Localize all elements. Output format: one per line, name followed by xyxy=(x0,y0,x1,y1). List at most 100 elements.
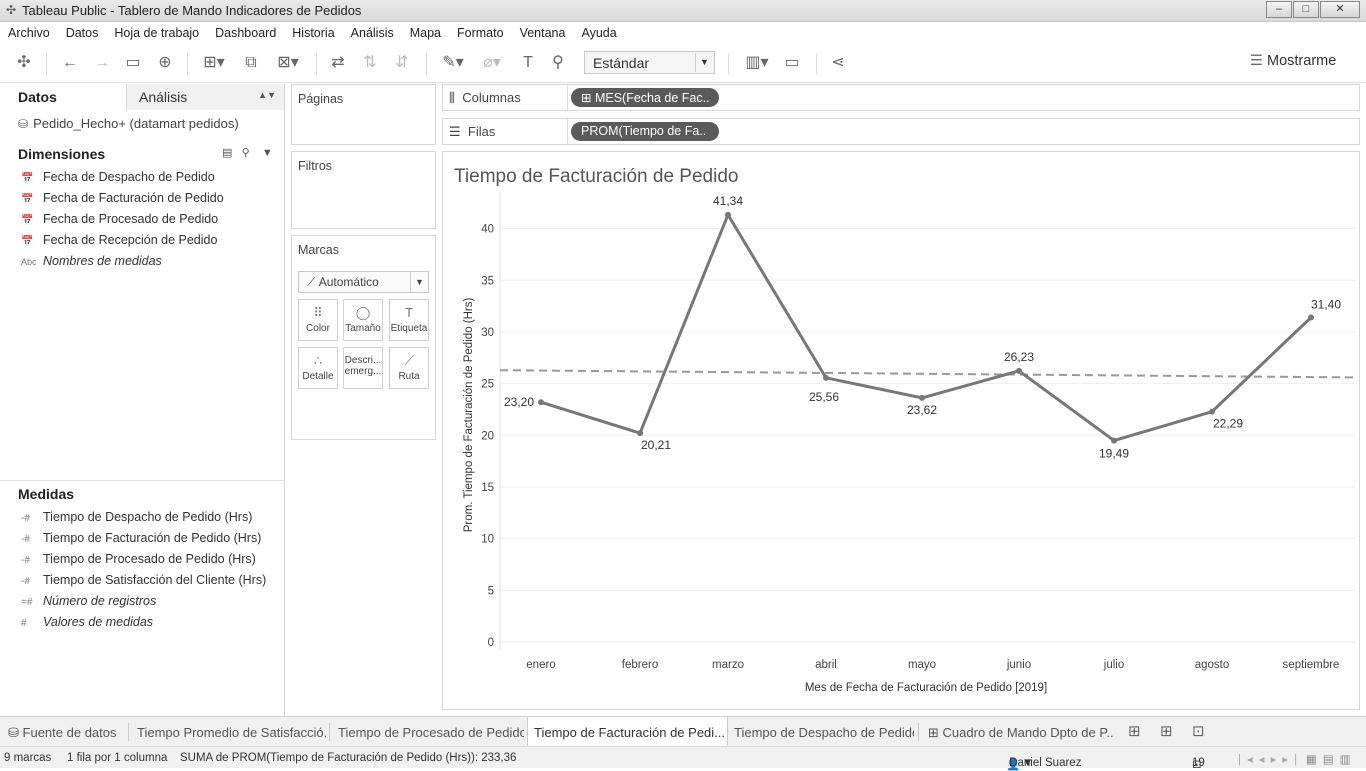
view-mode-icons[interactable]: ▦▤▥ xyxy=(1306,752,1357,766)
new-worksheet-icon[interactable]: ⊞ xyxy=(1128,717,1150,747)
tab-sheet[interactable]: Tiempo de Procesado de Pedido xyxy=(338,717,524,747)
swap-rows-columns-icon[interactable]: ⇄ xyxy=(328,53,348,73)
size-icon: ◯ xyxy=(355,305,371,320)
tab-analisis[interactable]: Análisis ▲▼ xyxy=(126,84,284,110)
y-tick-label: 20 xyxy=(481,430,494,442)
close-button[interactable]: ✕ xyxy=(1320,1,1360,18)
label-button[interactable]: T Etiqueta xyxy=(389,299,429,341)
y-tick-label: 30 xyxy=(481,327,494,339)
dimension-field[interactable]: 📅 Fecha de Despacho de Pedido xyxy=(21,170,215,184)
user-menu[interactable]: 👤 Daniel Suarez ▼ xyxy=(1006,752,1081,771)
measures-header: Medidas xyxy=(18,486,75,502)
mark-type-select[interactable]: ⟋ Automático ▼ xyxy=(298,271,429,293)
measure-field[interactable]: -# Tiempo de Facturación de Pedido (Hrs) xyxy=(21,531,261,545)
data-label: 31,40 xyxy=(1311,297,1341,311)
new-datasource-icon[interactable]: ⊕ xyxy=(155,53,175,73)
redo-icon[interactable]: → xyxy=(92,53,112,73)
x-tick-label: septiembre xyxy=(1283,659,1340,671)
measure-field[interactable]: # Valores de medidas xyxy=(21,615,153,629)
tab-datos[interactable]: Datos xyxy=(0,84,126,110)
new-dashboard-icon[interactable]: ⊞ xyxy=(1160,717,1182,747)
tableau-home-icon[interactable]: ✣ xyxy=(14,53,34,73)
sheet-navigation[interactable]: |◂◂▸▸| xyxy=(1238,752,1303,766)
size-button[interactable]: ◯ Tamaño xyxy=(343,299,383,341)
database-icon: ⛁ xyxy=(8,725,19,740)
new-story-icon[interactable]: ⊡ xyxy=(1192,717,1214,747)
presentation-mode-icon[interactable]: ▭ xyxy=(782,53,802,73)
measure-field[interactable]: -# Tiempo de Satisfacción del Cliente (Hr… xyxy=(21,573,266,587)
minimize-button[interactable]: – xyxy=(1266,1,1292,18)
show-cards-icon[interactable]: ▥▾ xyxy=(740,53,774,73)
menu-formato[interactable]: Formato xyxy=(457,26,504,40)
data-label: 19,49 xyxy=(1099,447,1129,461)
show-me-icon: ☰ xyxy=(1250,53,1263,69)
sort-descending-icon[interactable]: ⇵ xyxy=(392,53,412,73)
menu-ventana[interactable]: Ventana xyxy=(520,26,566,40)
x-axis-title: Mes de Fecha de Facturación de Pedido [2… xyxy=(805,682,1047,694)
columns-shelf[interactable]: ⫼ Columnas ⊞ MES(Fecha de Fac.. xyxy=(442,84,1360,111)
x-tick-label: junio xyxy=(1006,659,1031,671)
path-button[interactable]: ⟋ Ruta xyxy=(389,347,429,389)
menu-historia[interactable]: Historia xyxy=(292,26,334,40)
tab-sheet-active[interactable]: Tiempo de Facturación de Pedi... xyxy=(527,717,728,747)
group-members-icon[interactable]: ⌀▾ xyxy=(476,53,508,73)
maximize-button[interactable]: □ xyxy=(1293,1,1319,18)
dimension-field[interactable]: Abc Nombres de medidas xyxy=(21,254,162,268)
tab-dashboard[interactable]: ⊞ Cuadro de Mando Dpto de P... xyxy=(928,717,1114,747)
detail-icon: ∴ xyxy=(313,353,323,368)
columns-pill[interactable]: ⊞ MES(Fecha de Fac.. xyxy=(571,88,719,107)
tab-sheet[interactable]: Tiempo de Despacho de Pedido xyxy=(734,717,914,747)
tooltip-button[interactable]: Descri... emerg... xyxy=(343,347,383,389)
new-sheet-icon[interactable]: ⊞▾ xyxy=(199,53,229,73)
menu-mapa[interactable]: Mapa xyxy=(410,26,441,40)
undo-icon[interactable]: ← xyxy=(60,53,80,73)
show-me-button[interactable]: ☰ Mostrarme xyxy=(1250,53,1336,69)
label-icon: T xyxy=(405,305,413,320)
menu-dashboard[interactable]: Dashboard xyxy=(215,26,276,40)
highlight-icon[interactable]: ✎▾ xyxy=(438,53,468,73)
dimension-field[interactable]: 📅 Fecha de Facturación de Pedido xyxy=(21,191,224,205)
menu-ayuda[interactable]: Ayuda xyxy=(581,26,616,40)
columns-icon: ⫼ xyxy=(449,90,455,105)
filters-card[interactable]: Filtros xyxy=(291,151,436,229)
data-point xyxy=(1016,367,1022,374)
sort-ascending-icon[interactable]: ⇅ xyxy=(360,53,380,73)
tab-data-source[interactable]: ⛁ Fuente de datos xyxy=(8,717,126,747)
measure-field[interactable]: =# Número de registros xyxy=(21,594,156,608)
pin-axes-icon[interactable]: ⚲ xyxy=(548,53,568,73)
menu-datos[interactable]: Datos xyxy=(66,26,99,40)
fit-select[interactable]: Estándar ▼ xyxy=(584,51,715,74)
measure-field[interactable]: -# Tiempo de Procesado de Pedido (Hrs) xyxy=(21,552,256,566)
rows-label: ☰ Filas xyxy=(449,124,496,139)
show-mark-labels-icon[interactable]: T xyxy=(518,53,538,73)
tab-sheet[interactable]: Tiempo Promedio de Satisfacció... xyxy=(137,717,327,747)
columns-label: ⫼ Columnas xyxy=(449,90,521,105)
view-area[interactable]: Tiempo de Facturación de Pedido 0 5 10 15 20… xyxy=(442,151,1360,710)
line-chart[interactable]: 0 5 10 15 20 25 30 35 40 enero febrero marzo abril ma… xyxy=(443,152,1359,709)
view-list-icon[interactable]: ▤ xyxy=(222,147,232,159)
search-icon[interactable]: ⚲ xyxy=(242,147,250,159)
measure-field[interactable]: -# Tiempo de Despacho de Pedido (Hrs) xyxy=(21,510,252,524)
dimension-field[interactable]: 📅 Fecha de Recepción de Pedido xyxy=(21,233,217,247)
datasource-item[interactable]: ⛁ Pedido_Hecho+ (datamart pedidos) xyxy=(18,116,239,131)
duplicate-sheet-icon[interactable]: ⧉ xyxy=(241,53,261,73)
clear-sheet-icon[interactable]: ⊠▾ xyxy=(272,53,304,73)
share-icon[interactable]: ⋖ xyxy=(828,53,848,73)
pages-card[interactable]: Páginas xyxy=(291,84,436,145)
menu-arrow-icon[interactable]: ▼ xyxy=(262,147,273,159)
rows-shelf[interactable]: ☰ Filas PROM(Tiempo de Fa.. xyxy=(442,118,1360,145)
color-button[interactable]: ⠿ Color xyxy=(298,299,338,341)
menu-hoja-de-trabajo[interactable]: Hoja de trabajo xyxy=(114,26,199,40)
measure-icon: -# xyxy=(21,576,30,587)
data-point xyxy=(1308,314,1314,321)
rows-pill[interactable]: PROM(Tiempo de Fa.. xyxy=(571,122,719,141)
dimension-tools: ▤ ⚲ ▼ xyxy=(222,146,273,159)
menu-analisis[interactable]: Análisis xyxy=(351,26,394,40)
menu-archivo[interactable]: Archivo xyxy=(8,26,50,40)
save-icon[interactable]: ▭ xyxy=(123,53,143,73)
data-point xyxy=(725,211,731,218)
dimension-field[interactable]: 📅 Fecha de Procesado de Pedido xyxy=(21,212,218,226)
detail-button[interactable]: ∴ Detalle xyxy=(298,347,338,389)
x-tick-label: febrero xyxy=(622,659,658,671)
data-label: 25,56 xyxy=(809,390,839,404)
